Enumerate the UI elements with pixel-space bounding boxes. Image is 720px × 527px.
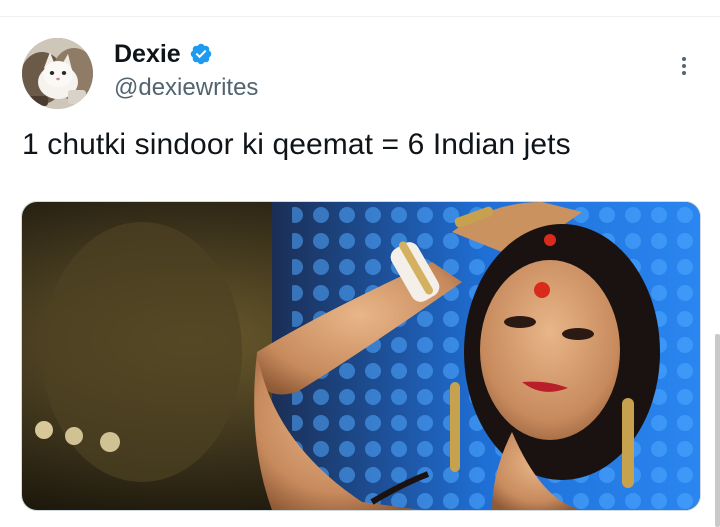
tweet-text: 1 chutki sindoor ki qeemat = 6 Indian je… <box>22 128 571 161</box>
user-handle[interactable]: @dexiewrites <box>114 74 258 102</box>
more-dot <box>682 71 686 75</box>
more-options-icon[interactable] <box>672 52 696 80</box>
top-divider <box>0 0 720 17</box>
dancer-with-bindi-image <box>22 202 700 510</box>
tweet-page: Dexie @dexiewrites 1 chutki sindoor ki q… <box>0 0 720 527</box>
display-name[interactable]: Dexie <box>114 40 181 69</box>
more-dot <box>682 57 686 61</box>
tweet-media-image[interactable] <box>21 201 701 511</box>
more-dot <box>682 64 686 68</box>
verified-badge-icon <box>190 43 211 65</box>
avatar[interactable] <box>22 38 93 109</box>
scrollbar[interactable] <box>715 334 720 527</box>
name-row: Dexie <box>114 38 213 70</box>
cat-avatar-icon <box>22 38 93 109</box>
